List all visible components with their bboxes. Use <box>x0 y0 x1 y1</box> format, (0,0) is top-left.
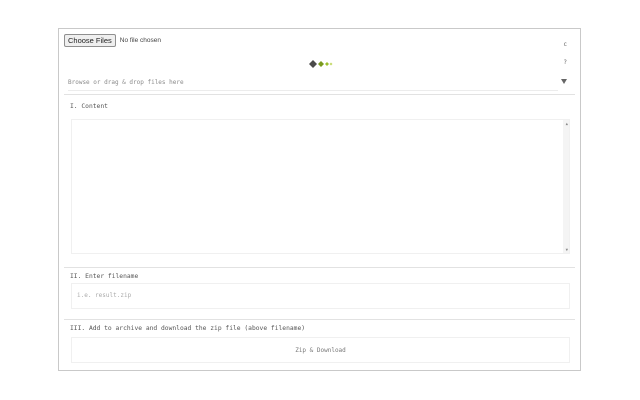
download-title: III. Add to archive and download the zip… <box>70 325 306 332</box>
caret-down-icon[interactable] <box>561 79 567 84</box>
file-input-row: Choose Files No file chosen <box>64 34 161 47</box>
choose-files-button[interactable]: Choose Files <box>64 34 116 47</box>
logo-diamond-dark <box>309 60 317 68</box>
drop-zone-label[interactable]: Browse or drag & drop files here <box>68 79 184 86</box>
filename-placeholder: i.e. result.zip <box>77 292 132 299</box>
file-status-text: No file chosen <box>119 37 161 44</box>
logo <box>309 60 333 68</box>
side-top-icon[interactable]: c <box>563 41 567 48</box>
textarea-scrollbar[interactable]: ▲ ▼ <box>563 120 569 253</box>
drop-zone-divider <box>68 90 558 91</box>
content-textarea[interactable]: ▲ ▼ <box>71 119 570 254</box>
app-frame: Choose Files No file chosen c ? Browse o… <box>58 28 581 371</box>
content-title: I. Content <box>70 103 108 110</box>
logo-diamond-lime <box>325 62 329 66</box>
logo-diamond-light <box>329 62 333 66</box>
help-icon[interactable]: ? <box>563 59 567 66</box>
scroll-down-arrow-icon[interactable]: ▼ <box>566 247 568 252</box>
filename-title: II. Enter filename <box>70 273 139 280</box>
zip-download-label: Zip & Download <box>295 346 346 354</box>
logo-diamond-green <box>318 61 324 67</box>
filename-field[interactable]: i.e. result.zip <box>71 283 570 309</box>
scroll-up-arrow-icon[interactable]: ▲ <box>566 121 568 126</box>
zip-download-button[interactable]: Zip & Download <box>71 337 570 363</box>
